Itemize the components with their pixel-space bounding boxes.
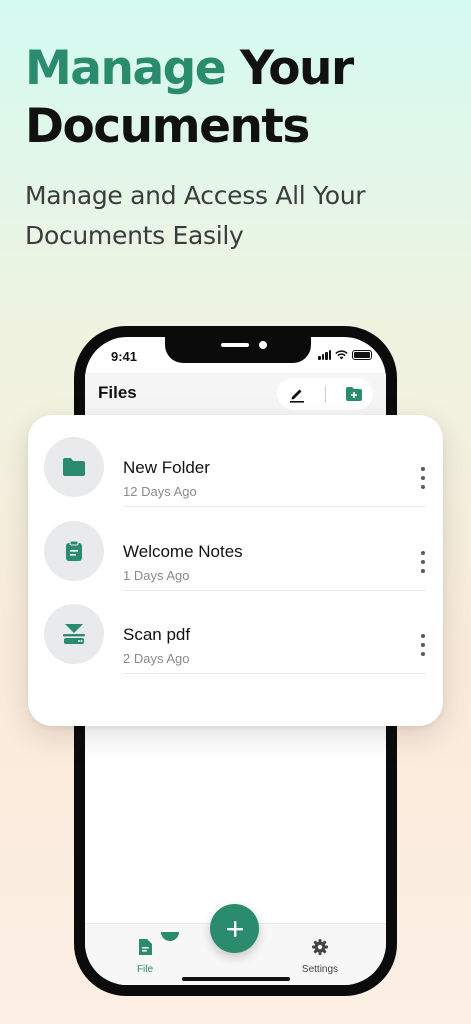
camera bbox=[259, 341, 267, 349]
new-folder-icon bbox=[345, 387, 362, 401]
header-actions bbox=[277, 378, 373, 410]
list-item[interactable]: New Folder 12 Days Ago bbox=[28, 423, 443, 507]
file-name: Welcome Notes bbox=[123, 542, 243, 561]
file-thumb bbox=[44, 437, 104, 497]
tab-file-label: File bbox=[136, 964, 154, 975]
hero: Manage Your Documents Manage and Access … bbox=[25, 40, 455, 256]
signal-icon bbox=[318, 350, 331, 360]
files-card: New Folder 12 Days Ago Welcome Notes 1 D… bbox=[28, 415, 443, 726]
app-header: Files bbox=[85, 373, 386, 415]
home-indicator bbox=[182, 977, 290, 981]
wifi-icon bbox=[335, 350, 348, 360]
speaker bbox=[221, 343, 249, 347]
tab-settings-label: Settings bbox=[301, 964, 339, 975]
file-thumb bbox=[44, 604, 104, 664]
file-date: 1 Days Ago bbox=[123, 568, 190, 583]
gear-icon bbox=[312, 939, 328, 955]
more-options-icon[interactable] bbox=[417, 634, 429, 656]
status-icons bbox=[318, 350, 372, 360]
list-item[interactable]: Welcome Notes 1 Days Ago bbox=[28, 507, 443, 591]
hero-title: Manage Your Documents bbox=[25, 40, 455, 156]
more-options-icon[interactable] bbox=[417, 551, 429, 573]
header-divider bbox=[324, 386, 326, 402]
file-date: 12 Days Ago bbox=[123, 484, 197, 499]
file-name: Scan pdf bbox=[123, 625, 191, 644]
more-options-icon[interactable] bbox=[417, 467, 429, 489]
tab-settings[interactable]: Settings bbox=[285, 938, 355, 975]
phone-notch bbox=[165, 337, 311, 363]
clipboard-icon bbox=[66, 540, 82, 561]
list-item[interactable]: Scan pdf 2 Days Ago bbox=[28, 590, 443, 674]
scanner-icon bbox=[63, 624, 85, 644]
edit-icon bbox=[289, 389, 304, 403]
edit-button[interactable] bbox=[286, 383, 308, 405]
files-title: Files bbox=[98, 383, 137, 402]
add-button[interactable] bbox=[210, 904, 259, 953]
battery-icon bbox=[352, 350, 372, 360]
file-thumb bbox=[44, 521, 104, 581]
tab-file[interactable]: File bbox=[110, 932, 180, 975]
active-tab-indicator bbox=[161, 932, 179, 941]
status-time: 9:41 bbox=[111, 349, 138, 364]
hero-subtitle: Manage and Access All Your Documents Eas… bbox=[25, 181, 366, 250]
plus-icon bbox=[226, 920, 243, 937]
row-divider bbox=[123, 673, 427, 674]
hero-title-accent: Manage bbox=[25, 41, 227, 96]
new-folder-button[interactable] bbox=[343, 383, 365, 405]
folder-icon bbox=[63, 458, 85, 476]
file-date: 2 Days Ago bbox=[123, 651, 190, 666]
file-icon bbox=[139, 939, 152, 955]
file-name: New Folder bbox=[123, 458, 210, 477]
